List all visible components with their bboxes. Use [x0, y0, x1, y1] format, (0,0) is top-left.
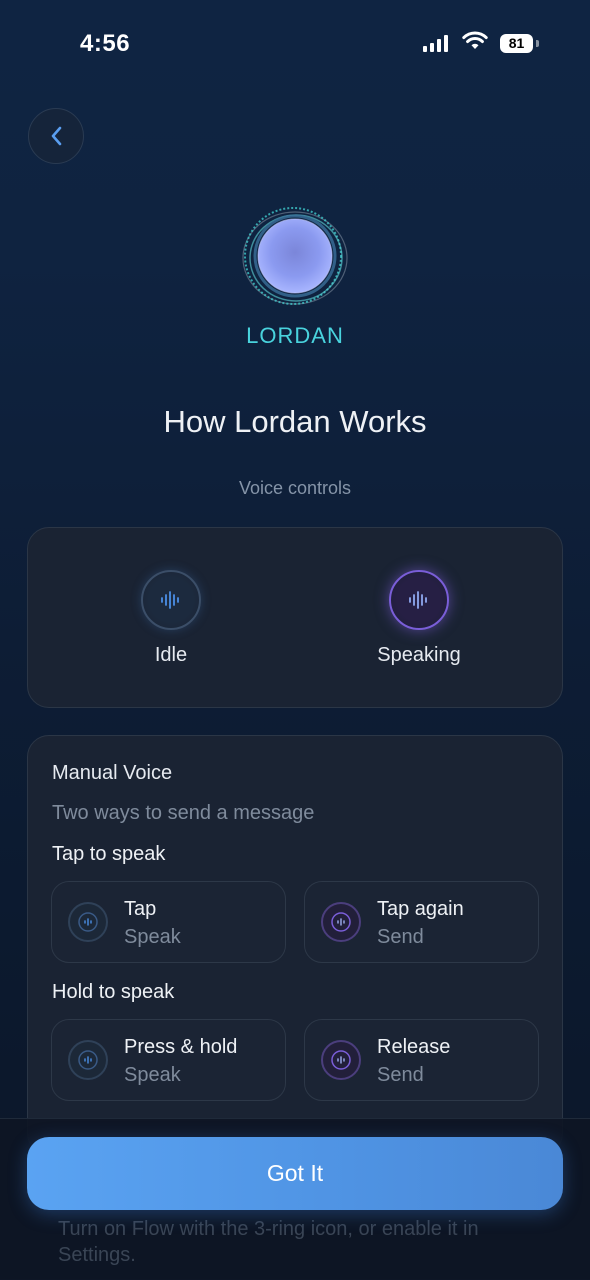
page-title: How Lordan Works	[163, 404, 427, 439]
chevron-left-icon	[51, 126, 62, 146]
voice-state-speaking: Speaking	[339, 570, 499, 667]
tile-title: Press & hold	[124, 1036, 238, 1058]
tile-title: Tap	[124, 898, 157, 920]
manual-voice-title: Manual Voice	[52, 762, 173, 784]
mic-wave-icon	[68, 902, 108, 942]
hold-to-speak-label: Hold to speak	[52, 981, 175, 1003]
cellular-signal-icon	[423, 35, 448, 52]
voice-state-label: Idle	[154, 644, 188, 666]
obscured-hint-text: Turn on Flow with the 3-ring icon, or en…	[58, 1218, 479, 1266]
idle-waveform-icon	[141, 570, 201, 630]
send-wave-icon	[321, 902, 361, 942]
status-time: 4:56	[80, 30, 131, 57]
tap-speak-tile: Tap Speak	[51, 881, 286, 963]
tile-caption: Send	[377, 1064, 424, 1086]
voice-states-card: Idle Speaking	[27, 527, 563, 708]
voice-state-label: Speaking	[377, 644, 461, 666]
tap-to-speak-label: Tap to speak	[52, 843, 166, 865]
press-hold-speak-tile: Press & hold Speak	[51, 1019, 286, 1101]
back-button[interactable]	[28, 108, 84, 164]
tile-caption: Speak	[124, 926, 181, 948]
page-subtitle: Voice controls	[238, 478, 352, 498]
send-wave-icon	[321, 1040, 361, 1080]
tap-again-send-tile: Tap again Send	[304, 881, 539, 963]
wifi-icon	[462, 31, 488, 49]
voice-state-idle: Idle	[91, 570, 251, 667]
tile-title: Release	[377, 1036, 451, 1058]
battery-icon: 81	[500, 34, 533, 53]
status-bar: 4:56 81	[0, 0, 590, 88]
lordan-orb-logo	[242, 207, 348, 305]
tile-caption: Send	[377, 926, 424, 948]
got-it-button[interactable]: Got It	[27, 1137, 563, 1210]
brand-name: LORDAN	[246, 323, 344, 348]
mic-wave-icon	[68, 1040, 108, 1080]
battery-cap	[536, 40, 539, 47]
manual-voice-card: Manual Voice Two ways to send a message …	[27, 735, 563, 1155]
manual-voice-subtitle: Two ways to send a message	[52, 802, 315, 824]
speaking-waveform-icon	[389, 570, 449, 630]
tile-title: Tap again	[377, 898, 464, 920]
tile-caption: Speak	[124, 1064, 181, 1086]
release-send-tile: Release Send	[304, 1019, 539, 1101]
